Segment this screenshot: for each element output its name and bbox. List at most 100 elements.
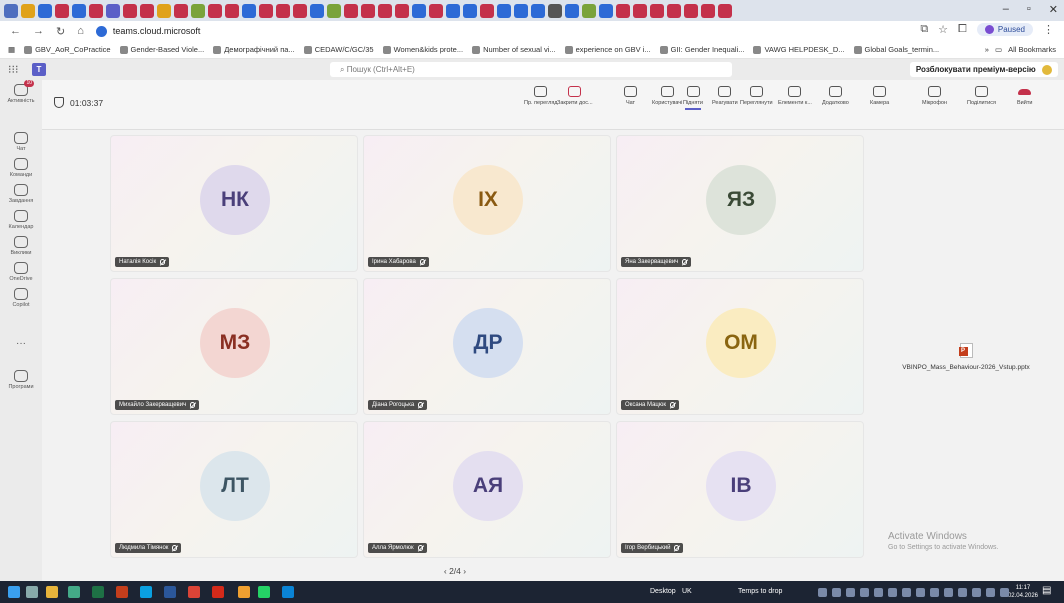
- browser-tab[interactable]: [463, 3, 477, 18]
- menu-icon[interactable]: ⋮: [1043, 23, 1054, 36]
- browser-tab[interactable]: [89, 3, 103, 18]
- browser-tab[interactable]: [480, 3, 494, 18]
- tray-icon[interactable]: [818, 588, 827, 597]
- browser-tab[interactable]: [684, 3, 698, 18]
- tray-icon[interactable]: [958, 588, 967, 597]
- next-page-icon[interactable]: ›: [463, 566, 466, 576]
- toolbar-people-button[interactable]: Користувачі: [652, 86, 682, 106]
- reload-icon[interactable]: ↻: [56, 25, 65, 38]
- excel-icon[interactable]: [92, 586, 104, 598]
- extensions-icon[interactable]: ⧠: [958, 23, 967, 36]
- close-icon[interactable]: ✕: [1049, 3, 1058, 16]
- rail-item-copilot[interactable]: Copilot: [0, 288, 42, 308]
- participant-tile[interactable]: ЯЗ Яна Закерващевич: [616, 135, 864, 272]
- bookmark-item[interactable]: CEDAW/C/GC/35: [303, 45, 374, 54]
- browser-tab[interactable]: [650, 3, 664, 18]
- toolbar-share-button[interactable]: Поділитися: [967, 86, 996, 106]
- browser-tab[interactable]: [378, 3, 392, 18]
- bookmark-item[interactable]: Gender-Based Viole...: [119, 45, 204, 54]
- browser-tab[interactable]: [157, 3, 171, 18]
- install-app-icon[interactable]: ⧉: [920, 23, 928, 36]
- bookmark-item[interactable]: experience on GBV i...: [564, 45, 651, 54]
- toolbar-raise-hand-button[interactable]: Підняти: [683, 86, 703, 110]
- rail-item-chat[interactable]: Чат: [0, 132, 42, 152]
- participant-tile[interactable]: ДР Діана Рогоцька: [363, 278, 611, 415]
- file-explorer-icon[interactable]: [46, 586, 58, 598]
- toolbar-preview-button[interactable]: Пр. перегляд: [524, 86, 558, 106]
- browser-tab[interactable]: [361, 3, 375, 18]
- browser-tab[interactable]: [531, 3, 545, 18]
- browser-tab[interactable]: [429, 3, 443, 18]
- tray-icon[interactable]: [986, 588, 995, 597]
- avatar[interactable]: [1042, 64, 1052, 75]
- browser-tab[interactable]: [344, 3, 358, 18]
- bookmark-item[interactable]: Демографічний па...: [213, 45, 295, 54]
- browser-tab[interactable]: [412, 3, 426, 18]
- tray-icon[interactable]: [930, 588, 939, 597]
- toolbar-chat-button[interactable]: Чат: [624, 86, 637, 106]
- participant-tile[interactable]: АЯ Алла Ярмолюк: [363, 421, 611, 558]
- browser-tab[interactable]: [72, 3, 86, 18]
- rail-item-phone[interactable]: Виклики: [0, 236, 42, 256]
- browser-tab[interactable]: [599, 3, 613, 18]
- star-icon[interactable]: ☆: [938, 23, 948, 36]
- back-icon[interactable]: ←: [10, 25, 21, 37]
- toolbar-more-button[interactable]: Додатково: [822, 86, 849, 106]
- paint-icon[interactable]: [238, 586, 250, 598]
- bookmark-item[interactable]: GII: Gender Inequali...: [659, 45, 744, 54]
- bookmark-item[interactable]: Women&kids prote...: [382, 45, 463, 54]
- browser-tab[interactable]: [293, 3, 307, 18]
- whatsapp-icon[interactable]: [258, 586, 270, 598]
- minimize-icon[interactable]: –: [1003, 3, 1009, 16]
- tray-icon[interactable]: [916, 588, 925, 597]
- apps-icon[interactable]: ▦: [8, 45, 15, 54]
- notifications-icon[interactable]: ▤: [1042, 585, 1051, 596]
- url-field[interactable]: teams.cloud.microsoft: [95, 25, 200, 37]
- browser-tab[interactable]: [582, 3, 596, 18]
- windows-start-icon[interactable]: [8, 586, 20, 598]
- tray-icon[interactable]: [888, 588, 897, 597]
- browser-tab[interactable]: [191, 3, 205, 18]
- tray-icon[interactable]: [860, 588, 869, 597]
- all-bookmarks-button[interactable]: » ▭ All Bookmarks: [978, 45, 1056, 54]
- toolbar-react-button[interactable]: Реагувати: [712, 86, 738, 106]
- toolbar-close-share-button[interactable]: Закрити дос...: [557, 86, 593, 106]
- language-indicator[interactable]: UK: [682, 588, 692, 595]
- acrobat-icon[interactable]: [212, 586, 224, 598]
- skype-icon[interactable]: [140, 586, 152, 598]
- browser-tab[interactable]: [55, 3, 69, 18]
- tray-icon[interactable]: [832, 588, 841, 597]
- browser-tab[interactable]: [633, 3, 647, 18]
- app-launcher-icon[interactable]: ⁝⁝⁝: [8, 63, 19, 76]
- profile-button[interactable]: Paused: [976, 23, 1033, 36]
- prev-page-icon[interactable]: ‹: [444, 566, 447, 576]
- toolbar-view-button[interactable]: Переглянути: [740, 86, 773, 106]
- bookmark-item[interactable]: Global Goals_termin...: [853, 45, 939, 54]
- browser-tab[interactable]: [123, 3, 137, 18]
- browser-tab[interactable]: [4, 3, 18, 18]
- browser-tab[interactable]: [497, 3, 511, 18]
- tray-icon[interactable]: [874, 588, 883, 597]
- browser-tab[interactable]: [310, 3, 324, 18]
- shared-file[interactable]: VBINPO_Mass_Behaviour-2026_Vstup.pptx: [868, 343, 1064, 371]
- powerpoint-icon[interactable]: [116, 586, 128, 598]
- rail-item-cloud[interactable]: OneDrive: [0, 262, 42, 282]
- maximize-icon[interactable]: ▫: [1027, 3, 1031, 16]
- desktop-label[interactable]: Desktop: [650, 588, 676, 595]
- home-icon[interactable]: ⌂: [77, 25, 84, 37]
- browser-tab[interactable]: [667, 3, 681, 18]
- browser-tab[interactable]: [106, 3, 120, 18]
- toolbar-elements-button[interactable]: Елементи к...: [778, 86, 812, 106]
- forward-icon[interactable]: →: [33, 25, 44, 37]
- browser-tab[interactable]: [259, 3, 273, 18]
- more-apps-icon[interactable]: ···: [0, 338, 42, 349]
- calculator-icon[interactable]: [68, 586, 80, 598]
- edge-icon[interactable]: [282, 586, 294, 598]
- participant-tile[interactable]: ІВ Ігор Вербицький: [616, 421, 864, 558]
- browser-tab[interactable]: [38, 3, 52, 18]
- tray-icon[interactable]: [846, 588, 855, 597]
- browser-tab[interactable]: [242, 3, 256, 18]
- bookmark-item[interactable]: GBV_AoR_CoPractice: [24, 45, 111, 54]
- word-icon[interactable]: [164, 586, 176, 598]
- task-view-icon[interactable]: [26, 586, 38, 598]
